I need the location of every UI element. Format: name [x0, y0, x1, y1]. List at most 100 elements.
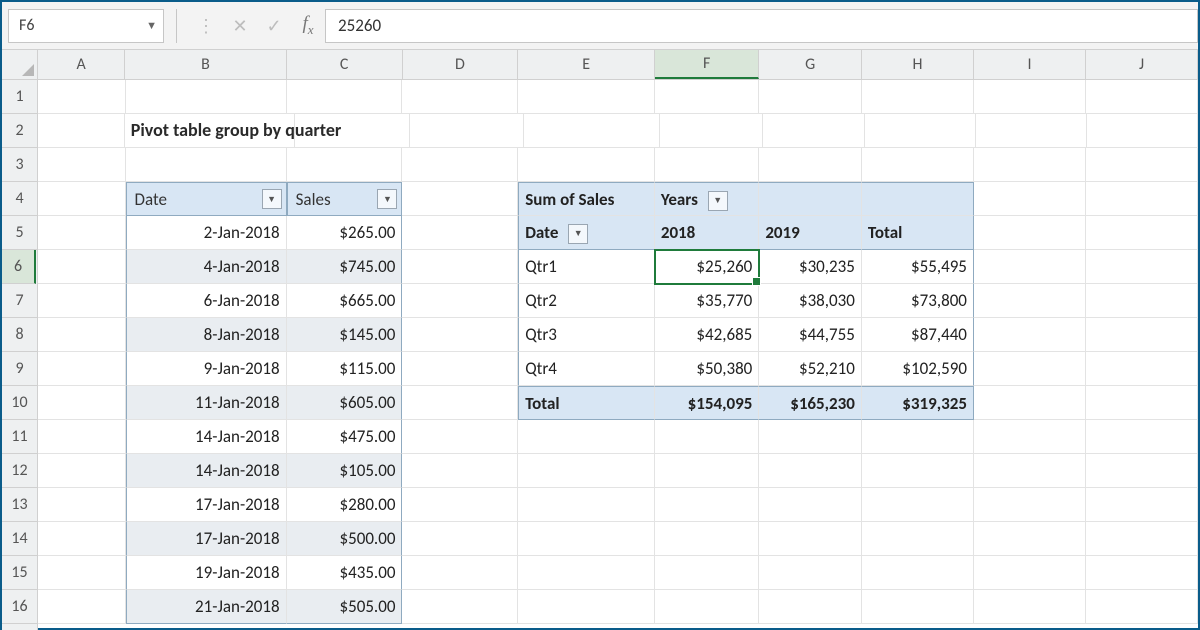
cell[interactable]	[518, 148, 655, 182]
table-cell-date[interactable]: 17-Jan-2018	[126, 522, 287, 556]
table-cell-sales[interactable]: $435.00	[287, 556, 403, 590]
cell[interactable]	[974, 284, 1086, 318]
pivot-row-label[interactable]: Qtr2	[518, 284, 655, 318]
cell[interactable]	[974, 556, 1086, 590]
cell[interactable]	[38, 182, 126, 216]
cell[interactable]	[1086, 182, 1198, 216]
cell[interactable]	[524, 114, 659, 148]
cell[interactable]	[1086, 420, 1198, 454]
cell[interactable]	[862, 522, 974, 556]
cell[interactable]	[655, 420, 759, 454]
cell[interactable]	[759, 522, 862, 556]
pivot-col-label[interactable]: Total	[862, 216, 974, 250]
select-all-corner[interactable]	[2, 50, 38, 80]
cell[interactable]	[38, 488, 126, 522]
cell[interactable]	[865, 114, 976, 148]
row-header[interactable]: 8	[2, 318, 37, 352]
row-header[interactable]: 10	[2, 386, 37, 420]
formula-input[interactable]: 25260	[325, 9, 1198, 43]
pivot-total-value[interactable]: $165,230	[759, 386, 862, 420]
cell[interactable]	[862, 590, 974, 624]
cell[interactable]	[402, 318, 518, 352]
cell[interactable]	[38, 454, 126, 488]
col-header[interactable]: A	[38, 50, 125, 79]
cell[interactable]	[38, 318, 126, 352]
cell[interactable]	[287, 148, 403, 182]
table-header-date[interactable]: Date ▼	[126, 182, 287, 216]
cell[interactable]	[974, 148, 1086, 182]
col-header[interactable]: H	[862, 50, 974, 79]
cell[interactable]	[1086, 318, 1198, 352]
cell[interactable]	[759, 182, 862, 216]
cell[interactable]	[518, 522, 655, 556]
cell[interactable]	[38, 420, 126, 454]
cell[interactable]	[655, 454, 759, 488]
cell[interactable]	[759, 148, 862, 182]
cell[interactable]	[402, 80, 518, 114]
cell[interactable]	[974, 182, 1086, 216]
table-cell-date[interactable]: 17-Jan-2018	[126, 488, 287, 522]
pivot-value[interactable]: $38,030	[759, 284, 862, 318]
cell[interactable]	[759, 590, 862, 624]
cell[interactable]	[1086, 216, 1198, 250]
page-title[interactable]: Pivot table group by quarter	[125, 114, 295, 148]
name-box[interactable]: F6 ▼	[8, 9, 164, 43]
table-cell-sales[interactable]: $475.00	[287, 420, 403, 454]
cell[interactable]	[862, 488, 974, 522]
cell[interactable]	[518, 420, 655, 454]
cell[interactable]	[1086, 556, 1198, 590]
cell[interactable]	[38, 352, 126, 386]
cell[interactable]	[287, 80, 403, 114]
cell[interactable]	[974, 386, 1086, 420]
cell[interactable]	[402, 216, 518, 250]
cell[interactable]	[655, 80, 760, 114]
cell[interactable]	[1086, 454, 1198, 488]
cell[interactable]	[38, 522, 126, 556]
pivot-row-field[interactable]: Date ▼	[518, 216, 655, 250]
row-header[interactable]: 12	[2, 454, 37, 488]
row-header[interactable]: 6	[2, 250, 36, 284]
table-cell-date[interactable]: 14-Jan-2018	[126, 420, 287, 454]
table-cell-date[interactable]: 2-Jan-2018	[126, 216, 287, 250]
cell[interactable]	[759, 454, 862, 488]
row-header[interactable]: 2	[2, 114, 37, 148]
pivot-col-label[interactable]: 2019	[759, 216, 862, 250]
cell[interactable]	[655, 522, 759, 556]
cell[interactable]	[38, 284, 126, 318]
filter-dropdown-icon[interactable]: ▼	[377, 189, 397, 209]
cell[interactable]	[1086, 148, 1198, 182]
cell[interactable]	[1086, 386, 1198, 420]
filter-dropdown-icon[interactable]: ▼	[262, 189, 282, 209]
cell[interactable]	[38, 386, 126, 420]
pivot-value[interactable]: $102,590	[862, 352, 974, 386]
cell[interactable]	[518, 80, 655, 114]
table-cell-date[interactable]: 21-Jan-2018	[126, 590, 287, 624]
table-cell-sales[interactable]: $265.00	[287, 216, 403, 250]
cell[interactable]	[974, 216, 1086, 250]
pivot-total-value[interactable]: $154,095	[655, 386, 759, 420]
table-cell-date[interactable]: 9-Jan-2018	[126, 352, 287, 386]
col-header[interactable]: C	[287, 50, 403, 79]
cell[interactable]	[38, 216, 126, 250]
table-cell-date[interactable]: 19-Jan-2018	[126, 556, 287, 590]
row-header[interactable]: 4	[2, 182, 37, 216]
cell[interactable]	[518, 556, 655, 590]
table-cell-date[interactable]: 14-Jan-2018	[126, 454, 287, 488]
cell[interactable]	[1086, 522, 1198, 556]
cell[interactable]	[759, 488, 862, 522]
cell[interactable]	[1087, 114, 1198, 148]
cell[interactable]	[38, 556, 126, 590]
cell[interactable]	[410, 114, 525, 148]
table-cell-sales[interactable]: $500.00	[287, 522, 403, 556]
table-cell-sales[interactable]: $505.00	[287, 590, 403, 624]
col-header[interactable]: F	[655, 50, 759, 79]
cell[interactable]	[974, 318, 1086, 352]
cell[interactable]	[402, 522, 518, 556]
cell[interactable]	[862, 556, 974, 590]
pivot-col-field[interactable]: Years ▼	[655, 182, 759, 216]
cell[interactable]	[976, 114, 1087, 148]
table-cell-sales[interactable]: $145.00	[287, 318, 403, 352]
pivot-value[interactable]: $42,685	[655, 318, 759, 352]
cells-area[interactable]: Pivot table group by quarter	[38, 80, 1198, 630]
cell[interactable]	[655, 590, 759, 624]
